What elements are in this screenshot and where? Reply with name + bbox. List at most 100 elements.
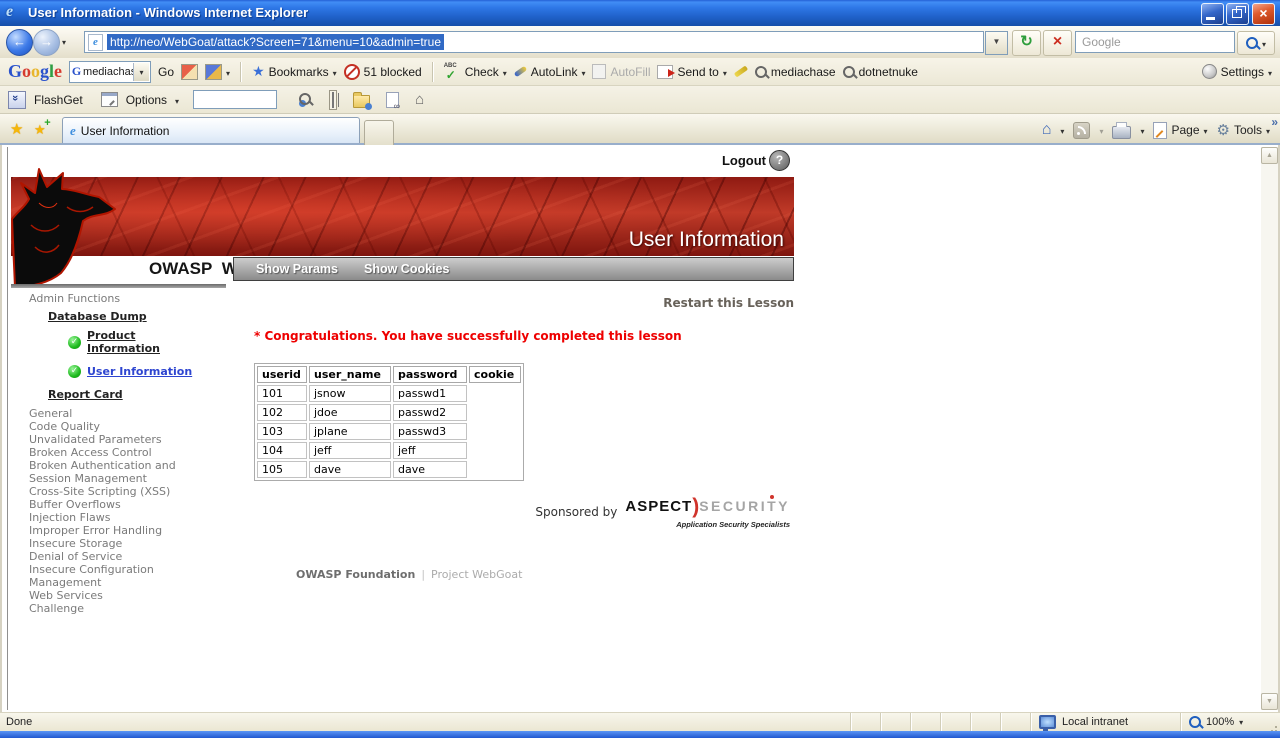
security-text: SECURITY xyxy=(699,498,790,514)
media-capture-button[interactable] xyxy=(329,90,337,110)
sidebar-item-report-card[interactable]: Report Card xyxy=(48,388,211,401)
autolink-wand-icon xyxy=(513,66,527,78)
sidebar-item-improper-error-handling[interactable]: Improper Error Handling xyxy=(29,524,211,537)
address-input[interactable]: http://neo/WebGoat/attack?Screen=71&menu… xyxy=(84,31,984,53)
dotnetnuke-search-button[interactable]: dotnetnuke xyxy=(843,65,918,79)
print-dropdown[interactable] xyxy=(1140,123,1144,137)
minimize-button[interactable] xyxy=(1201,3,1224,25)
new-tab-button[interactable] xyxy=(364,120,394,145)
google-extra-icon-2[interactable] xyxy=(205,64,230,80)
owasp-foundation-link[interactable]: OWASP Foundation xyxy=(296,568,415,581)
zoom-control[interactable]: 100% xyxy=(1180,713,1262,731)
column-header-user-name: user_name xyxy=(309,366,391,383)
page-menu-button[interactable]: Page xyxy=(1153,122,1207,139)
restore-button[interactable] xyxy=(1226,3,1249,25)
dropdown-icon xyxy=(581,65,585,79)
download-folder-icon[interactable] xyxy=(353,95,370,108)
search-button[interactable] xyxy=(1237,31,1275,55)
favorites-center-button[interactable] xyxy=(10,120,23,139)
sidebar-item-label: User Information xyxy=(87,365,192,378)
magnifier-icon xyxy=(755,66,767,78)
page-footer: OWASP Foundation | Project WebGoat xyxy=(296,568,522,581)
sidebar-item-xss[interactable]: Cross-Site Scripting (XSS) xyxy=(29,485,211,498)
bookmarks-button[interactable]: Bookmarks xyxy=(252,63,337,80)
flashget-input[interactable] xyxy=(193,90,277,109)
sidebar-item-injection-flaws[interactable]: Injection Flaws xyxy=(29,511,211,524)
resize-grip[interactable] xyxy=(1262,713,1280,731)
sidebar-item-insecure-configuration[interactable]: Insecure Configuration Management xyxy=(29,563,211,589)
sidebar-item-general[interactable]: General xyxy=(29,407,211,420)
sidebar-item-denial-of-service[interactable]: Denial of Service xyxy=(29,550,211,563)
logout-link[interactable]: Logout xyxy=(722,153,766,168)
settings-button[interactable]: Settings xyxy=(1202,64,1272,79)
feeds-dropdown xyxy=(1099,123,1103,137)
flashget-label[interactable]: FlashGet xyxy=(34,93,83,107)
show-params-button[interactable]: Show Params xyxy=(256,262,338,276)
google-go-button[interactable]: Go xyxy=(158,65,174,79)
autofill-button: AutoFill xyxy=(592,64,650,79)
tab-user-information[interactable]: e User Information xyxy=(62,117,360,143)
show-cookies-button[interactable]: Show Cookies xyxy=(364,262,449,276)
site-explorer-icon[interactable] xyxy=(299,93,313,107)
tools-menu-button[interactable]: Tools xyxy=(1217,121,1270,139)
download-all-links-icon[interactable] xyxy=(386,92,399,108)
sidebar-item-product-information[interactable]: Product Information xyxy=(68,332,211,352)
sidebar-item-database-dump[interactable]: Database Dump xyxy=(48,310,211,323)
sidebar-item-broken-access-control[interactable]: Broken Access Control xyxy=(29,446,211,459)
sidebar-item-user-information[interactable]: User Information xyxy=(68,361,211,381)
home-button[interactable] xyxy=(1042,121,1052,139)
sidebar-item-buffer-overflows[interactable]: Buffer Overflows xyxy=(29,498,211,511)
flashget-options-dropdown[interactable] xyxy=(175,93,179,107)
scroll-down-button[interactable]: ▼ xyxy=(1261,693,1278,710)
history-dropdown[interactable] xyxy=(62,38,66,47)
send-to-button[interactable]: Send to xyxy=(657,65,726,79)
refresh-button[interactable]: ↻ xyxy=(1012,30,1041,56)
sidebar-item-admin-functions[interactable]: Admin Functions xyxy=(29,292,211,305)
table-header-row: userid user_name password cookie xyxy=(257,366,521,383)
vertical-scrollbar[interactable]: ▲ ▼ xyxy=(1261,147,1278,710)
restart-lesson-link[interactable]: Restart this Lesson xyxy=(663,296,794,310)
mediachase-label: mediachase xyxy=(771,65,836,79)
flashget-icon[interactable] xyxy=(8,91,26,109)
mediachase-search-button[interactable]: mediachase xyxy=(755,65,836,79)
status-pane xyxy=(940,713,970,731)
sidebar-item-insecure-storage[interactable]: Insecure Storage xyxy=(29,537,211,550)
aspect-security-logo[interactable]: ASPECT)SECURITY Application Security Spe… xyxy=(625,495,794,529)
home-dropdown[interactable] xyxy=(1060,123,1064,137)
forward-button[interactable]: → xyxy=(33,29,60,56)
close-button[interactable]: × xyxy=(1252,3,1275,25)
stop-button[interactable]: × xyxy=(1043,30,1072,56)
magnifier-icon xyxy=(299,93,311,105)
add-favorite-button[interactable] xyxy=(34,121,46,138)
highlighter-icon[interactable] xyxy=(734,65,748,77)
project-webgoat-link[interactable]: Project WebGoat xyxy=(431,568,522,581)
tools-menu-label: Tools xyxy=(1234,123,1262,137)
flashget-options-label[interactable]: Options xyxy=(126,93,167,107)
address-dropdown[interactable]: ▼ xyxy=(985,31,1008,55)
zoom-dropdown[interactable] xyxy=(1239,716,1243,728)
sidebar-item-code-quality[interactable]: Code Quality xyxy=(29,420,211,433)
google-extra-icon-1[interactable] xyxy=(181,64,198,80)
google-search-dropdown[interactable] xyxy=(133,63,149,81)
separator xyxy=(432,62,434,82)
back-button[interactable]: ← xyxy=(6,29,33,56)
page-icon xyxy=(88,34,103,51)
search-options-dropdown[interactable] xyxy=(1262,34,1266,52)
feeds-button[interactable] xyxy=(1073,122,1090,139)
spellcheck-button[interactable]: Check xyxy=(444,64,507,80)
sidebar-item-challenge[interactable]: Challenge xyxy=(29,602,211,615)
flashget-options-icon[interactable] xyxy=(101,92,118,107)
sidebar-item-unvalidated-parameters[interactable]: Unvalidated Parameters xyxy=(29,433,211,446)
sidebar-item-broken-authentication[interactable]: Broken Authentication and Session Manage… xyxy=(29,459,211,485)
popup-blocked-button[interactable]: 51 blocked xyxy=(344,64,422,80)
google-search-combo[interactable]: G mediachase xyxy=(69,61,151,83)
search-input[interactable]: Google xyxy=(1075,31,1235,53)
flashget-home-icon[interactable] xyxy=(415,91,424,108)
help-button[interactable]: ? xyxy=(769,150,790,171)
toolbar-overflow-chevron[interactable]: » xyxy=(1271,115,1278,129)
scroll-up-button[interactable]: ▲ xyxy=(1261,147,1278,164)
print-button[interactable] xyxy=(1112,126,1131,139)
sidebar-item-web-services[interactable]: Web Services xyxy=(29,589,211,602)
dropdown-icon xyxy=(140,64,144,78)
autolink-button[interactable]: AutoLink xyxy=(514,65,586,79)
